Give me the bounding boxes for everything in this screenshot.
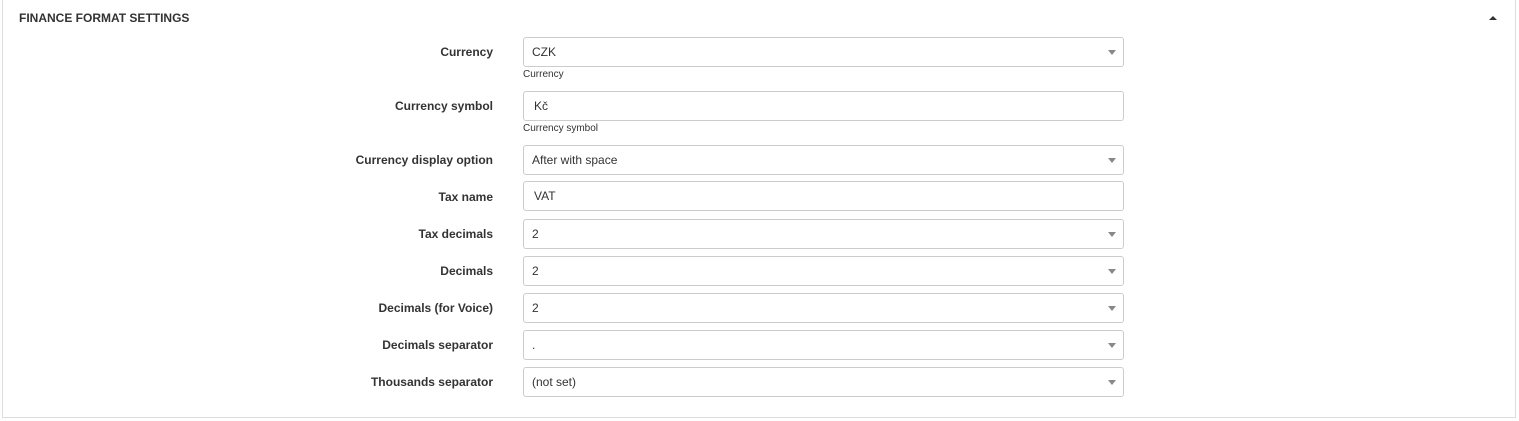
tax-name-input[interactable]: VAT [523,181,1124,211]
currency-hint: Currency [523,69,564,80]
tax-decimals-value: 2 [532,227,539,241]
caret-down-icon [1108,306,1116,311]
currency-value: CZK [532,45,556,59]
caret-down-icon [1108,158,1116,163]
caret-down-icon [1108,232,1116,237]
caret-down-icon [1108,50,1116,55]
caret-up-icon[interactable] [1487,14,1499,22]
currency-symbol-value: Kč [534,99,549,113]
caret-down-icon [1108,343,1116,348]
tax-decimals-label: Tax decimals [418,227,493,241]
currency-display-option-value: After with space [532,153,618,167]
currency-label: Currency [440,45,493,59]
decimals-voice-value: 2 [532,301,539,315]
currency-display-option-label: Currency display option [355,153,493,167]
finance-format-settings-panel: FINANCE FORMAT SETTINGS Currency CZK Cur… [2,0,1516,418]
decimals-value: 2 [532,264,539,278]
decimals-separator-label: Decimals separator [382,338,493,352]
panel-title: FINANCE FORMAT SETTINGS [19,11,190,25]
currency-display-option-select[interactable]: After with space [523,145,1124,175]
thousands-separator-label: Thousands separator [370,375,493,389]
thousands-separator-value: (not set) [532,375,577,389]
decimals-select[interactable]: 2 [523,256,1124,286]
decimals-label: Decimals [440,264,493,278]
currency-symbol-hint: Currency symbol [523,123,599,134]
decimals-voice-select[interactable]: 2 [523,293,1124,323]
currency-symbol-input[interactable]: Kč [523,91,1124,121]
currency-symbol-label: Currency symbol [394,99,493,113]
tax-decimals-select[interactable]: 2 [523,219,1124,249]
tax-name-label: Tax name [438,190,493,204]
tax-name-value: VAT [534,189,556,203]
decimals-separator-select[interactable]: . [523,330,1124,360]
caret-down-icon [1108,269,1116,274]
decimals-voice-label: Decimals (for Voice) [378,301,493,315]
thousands-separator-select[interactable]: (not set) [523,367,1124,397]
caret-down-icon [1108,380,1116,385]
currency-select[interactable]: CZK [523,37,1124,67]
decimals-separator-value: . [532,338,536,352]
